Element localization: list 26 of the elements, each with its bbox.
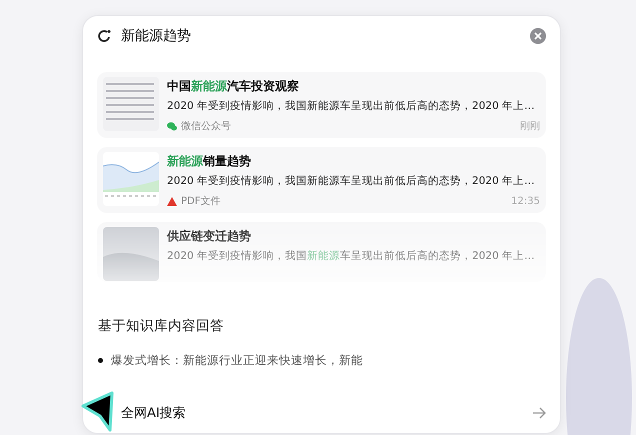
result-snippet: 2020 年受到疫情影响，我国新能源车呈现出前低后高的态势，2020 年上… (167, 249, 536, 264)
result-snippet: 2020 年受到疫情影响，我国新能源车呈现出前低后高的态势，2020 年上… (167, 99, 536, 114)
photo-placeholder (103, 227, 159, 281)
bullet-icon (98, 358, 103, 364)
arrow-right-icon[interactable] (532, 407, 546, 420)
clear-icon[interactable] (530, 28, 546, 44)
result-snippet: 2020 年受到疫情影响，我国新能源车呈现出前低后高的态势，2020 年上… (167, 174, 536, 189)
result-title: 中国新能源汽车投资观察 (167, 78, 300, 95)
source-label: PDF文件 (181, 194, 220, 209)
result-card[interactable]: 新能源销量趋势 2020 年受到疫情影响，我国新能源车呈现出前低后高的态势，2020 年上… PDF文件 12:35 (97, 147, 546, 213)
answer-heading: 基于知识库内容回答 (97, 317, 225, 336)
refresh-search-icon[interactable] (97, 28, 113, 44)
source-label: 微信公众号 (181, 120, 231, 134)
chart-thumbnail (103, 152, 159, 206)
document-thumbnail (103, 77, 159, 131)
chat-bubbles-icon (167, 122, 177, 131)
web-ai-search-link[interactable]: 全网AI搜索 (121, 404, 186, 423)
pdf-icon (167, 196, 177, 206)
answer-bullet: 爆发式增长：新能源行业正迎来快速增长，新能 (111, 352, 363, 370)
result-card[interactable]: 中国新能源汽车投资观察 2020 年受到疫情影响，我国新能源车呈现出前低后高的态势，2020 年上… 微信公众号 刚刚 (97, 72, 546, 138)
search-field[interactable]: 新能源趋势 (121, 26, 421, 46)
timestamp: 12:35 (511, 194, 540, 209)
result-title: 新能源销量趋势 (167, 153, 252, 170)
result-card[interactable]: 供应链变迁趋势 2020 年受到疫情影响，我国新能源车呈现出前低后高的态势，2020 年上… (97, 222, 546, 282)
result-title: 供应链变迁趋势 (167, 228, 252, 245)
timestamp: 刚刚 (520, 120, 540, 134)
